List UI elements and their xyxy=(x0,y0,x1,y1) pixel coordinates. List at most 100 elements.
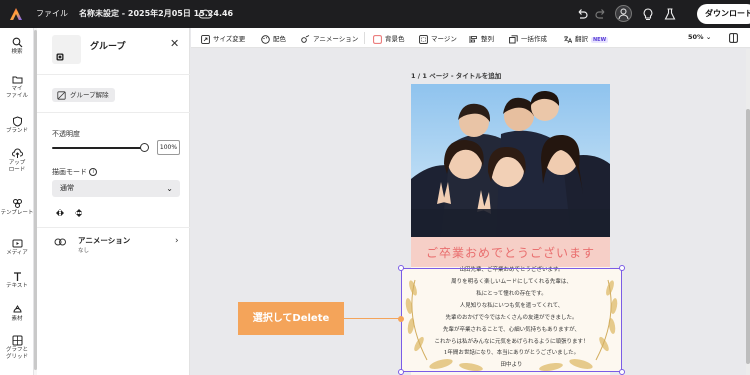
divider xyxy=(37,74,190,75)
opacity-value-field[interactable]: 100% xyxy=(157,140,180,155)
margin-button[interactable]: マージン xyxy=(419,33,457,44)
rail-item-search[interactable]: 検索 xyxy=(0,37,34,56)
color-scheme-button[interactable]: 配色 xyxy=(261,33,286,44)
rail-label: テキスト xyxy=(6,283,28,289)
ungroup-label: グループ解除 xyxy=(70,91,109,99)
panel-title: グループ xyxy=(90,42,126,52)
chevron-down-icon: ⌄ xyxy=(705,33,712,41)
left-rail: 検索 マイ ファイル ブランド アップ ロード テンプレート メディア テキスト… xyxy=(0,28,34,375)
rail-item-grids[interactable]: グラフと グリッド xyxy=(0,335,34,361)
group-photo[interactable] xyxy=(411,84,610,237)
rail-item-my-files[interactable]: マイ ファイル xyxy=(0,74,34,100)
top-bar: ファイル 名称未設定 - 2025年2月05日 15.24.46 ダウンロード xyxy=(0,0,750,28)
rail-item-text[interactable]: テキスト xyxy=(0,271,34,290)
opacity-slider[interactable] xyxy=(52,147,143,149)
resize-icon xyxy=(201,34,210,44)
adobe-express-logo[interactable] xyxy=(9,7,23,21)
rail-label: 検索 xyxy=(11,49,23,55)
margin-label: マージン xyxy=(431,35,457,43)
rail-label: グラフと グリッド xyxy=(5,347,28,360)
cloud-sync-icon xyxy=(198,9,212,19)
avatar[interactable] xyxy=(615,5,632,22)
bulk-create-icon xyxy=(509,34,518,43)
template-icon xyxy=(12,199,22,208)
file-menu[interactable]: ファイル xyxy=(36,8,68,19)
resize-handle-bottom-left[interactable] xyxy=(398,369,404,375)
user-icon xyxy=(618,8,629,20)
folder-icon xyxy=(12,76,22,84)
animation-button[interactable]: アニメーション xyxy=(301,33,358,44)
page-label[interactable]: 1 / 1 ページ - タイトルを追加 xyxy=(411,70,501,80)
blend-mode-label-text: 描画モード xyxy=(52,168,87,176)
elements-icon xyxy=(12,305,22,313)
group-icon xyxy=(56,53,64,61)
blend-mode-label: 描画モード i xyxy=(52,167,98,177)
flask-icon[interactable] xyxy=(663,7,677,21)
bulk-create-label: 一括作成 xyxy=(521,35,547,43)
banner-text[interactable]: ご卒業おめでとうございます xyxy=(411,244,610,261)
congratulations-banner[interactable]: ご卒業おめでとうございます xyxy=(411,237,610,267)
search-icon xyxy=(12,37,22,48)
zoom-value: 50% xyxy=(688,33,704,41)
resize-handle-top-left[interactable] xyxy=(398,265,404,271)
chevron-down-icon: ⌄ xyxy=(166,184,173,193)
flip-vertical-icon[interactable] xyxy=(74,208,84,218)
rail-item-brand[interactable]: ブランド xyxy=(0,116,34,135)
students-photo-illustration xyxy=(411,84,610,237)
resize-label: サイズ変更 xyxy=(213,35,246,43)
ungroup-button[interactable]: グループ解除 xyxy=(52,88,115,102)
selection-box[interactable] xyxy=(401,268,622,372)
animation-label: アニメーション xyxy=(313,35,359,43)
blend-mode-select[interactable]: 通常 ⌄ xyxy=(52,180,180,197)
opacity-slider-handle[interactable] xyxy=(140,143,149,152)
animation-title: アニメーション xyxy=(78,236,131,245)
callout-connector xyxy=(344,318,401,319)
undo-icon[interactable] xyxy=(575,7,589,21)
chevron-right-icon: › xyxy=(175,236,179,246)
translate-button[interactable]: 翻訳 NEW xyxy=(563,33,609,44)
animation-icon xyxy=(54,238,66,246)
brand-icon xyxy=(12,116,22,127)
upload-icon xyxy=(11,148,23,158)
download-button[interactable]: ダウンロード xyxy=(697,4,750,24)
animation-status: なし xyxy=(78,248,90,254)
properties-panel: グループ ✕ グループ解除 不透明度 100% 描画モード i 通常 ⌄ アニメ… xyxy=(37,28,190,375)
opacity-label: 不透明度 xyxy=(52,130,80,138)
lightbulb-icon[interactable] xyxy=(641,7,655,21)
margin-icon xyxy=(419,34,428,44)
resize-handle-top-right[interactable] xyxy=(619,265,625,271)
group-thumbnail xyxy=(52,35,81,64)
instruction-callout: 選択してDelete xyxy=(238,302,344,335)
pages-panel-icon[interactable] xyxy=(729,33,738,43)
background-color-icon xyxy=(373,34,382,44)
resize-handle-bottom-right[interactable] xyxy=(619,369,625,375)
close-icon[interactable]: ✕ xyxy=(170,37,179,50)
zoom-select[interactable]: 50% ⌄ xyxy=(688,33,711,41)
flip-horizontal-icon[interactable] xyxy=(55,208,65,218)
resize-button[interactable]: サイズ変更 xyxy=(201,33,245,44)
scroll-thumb[interactable] xyxy=(746,109,750,364)
background-color-button[interactable]: 背景色 xyxy=(373,33,405,44)
text-icon xyxy=(13,272,21,281)
redo-icon[interactable] xyxy=(594,7,608,21)
info-icon[interactable]: i xyxy=(89,168,98,176)
canvas-scrollbar[interactable] xyxy=(746,49,750,375)
rail-item-upload[interactable]: アップ ロード xyxy=(0,148,34,174)
align-label: 整列 xyxy=(481,35,494,43)
toolbar-divider xyxy=(364,32,365,44)
rail-label: メディア xyxy=(6,250,28,256)
align-button[interactable]: 整列 xyxy=(469,33,494,44)
translate-icon xyxy=(564,35,572,43)
animation-icon xyxy=(301,34,310,43)
rail-item-media[interactable]: メディア xyxy=(0,238,34,257)
grid-icon xyxy=(12,335,22,346)
bulk-create-button[interactable]: 一括作成 xyxy=(509,33,547,44)
callout-pointer xyxy=(398,315,404,322)
rail-label: テンプレート xyxy=(0,210,34,216)
rail-label: ブランド xyxy=(5,128,28,134)
rail-item-elements[interactable]: 素材 xyxy=(0,304,34,323)
translate-label: 翻訳 xyxy=(575,35,588,43)
rail-label: アップ ロード xyxy=(8,160,26,173)
rail-label: 素材 xyxy=(11,316,23,322)
rail-item-templates[interactable]: テンプレート xyxy=(0,198,34,217)
